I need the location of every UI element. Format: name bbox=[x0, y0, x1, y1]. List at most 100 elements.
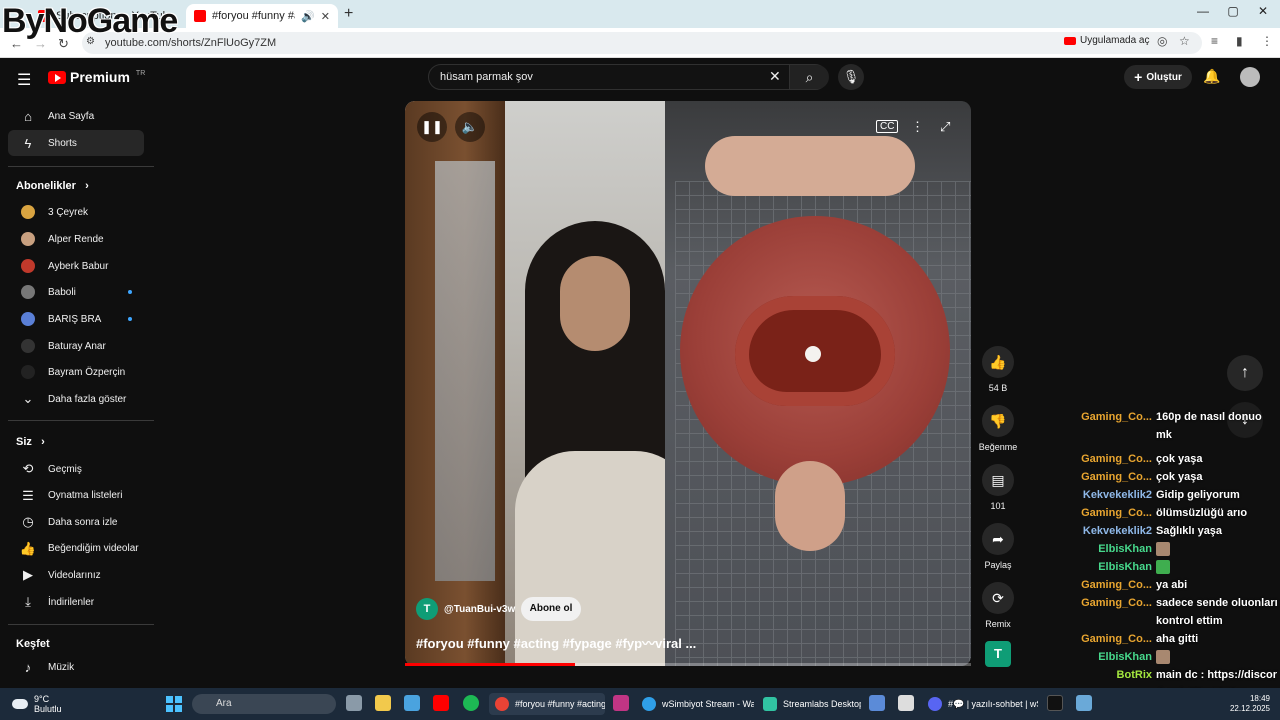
app-icon[interactable] bbox=[1076, 695, 1092, 711]
channel-avatar[interactable]: T bbox=[416, 598, 438, 620]
subscribe-button[interactable]: Abone ol bbox=[521, 597, 581, 621]
sidebar-item-music[interactable]: ♪ Müzik bbox=[8, 654, 144, 680]
clear-search-icon[interactable]: ✕ bbox=[769, 68, 781, 85]
thumbs-down-icon[interactable]: 👎 bbox=[982, 405, 1014, 437]
channel-avatar bbox=[21, 205, 35, 219]
music-icon: ♪ bbox=[24, 659, 32, 675]
share-action[interactable]: ➦ Paylaş bbox=[982, 523, 1014, 570]
sidebar-item-subscription[interactable]: Ayberk Babur bbox=[8, 253, 144, 279]
app-icon[interactable] bbox=[869, 695, 885, 711]
store-icon[interactable] bbox=[404, 695, 420, 711]
video-white-ball bbox=[805, 346, 821, 362]
chat-username: ElbisKhan bbox=[1098, 651, 1152, 663]
thumbs-up-icon[interactable]: 👍 bbox=[982, 346, 1014, 378]
close-window-button[interactable]: ✕ bbox=[1248, 4, 1278, 18]
taskbar-app-label: #foryou #funny #acting bbox=[515, 699, 605, 709]
youtube-logo[interactable]: Premium TR bbox=[48, 69, 145, 85]
maximize-button[interactable]: ▢ bbox=[1218, 4, 1248, 18]
taskbar-app-label: wSimbiyot Stream - Wa bbox=[662, 699, 754, 709]
hide-icon[interactable]: ◎ bbox=[1157, 34, 1167, 48]
new-tab-button[interactable]: + bbox=[344, 5, 353, 23]
browser-tab-active[interactable]: #foryou #funny #acting #fy 🔊 ✕ bbox=[186, 4, 338, 28]
sidebar-item-home[interactable]: ⌂ Ana Sayfa bbox=[8, 103, 144, 129]
dislike-action[interactable]: 👎 Beğenme bbox=[979, 405, 1017, 452]
show-more-label: Daha fazla göster bbox=[48, 393, 127, 405]
video-progress-bar[interactable] bbox=[405, 663, 971, 666]
extension-icon[interactable]: ▮ bbox=[1236, 34, 1243, 48]
show-more-button[interactable]: ⌄ Daha fazla göster bbox=[8, 386, 144, 412]
taskbar-app-discord[interactable]: #💬 | yazılı-sohbet | wS bbox=[922, 693, 1038, 715]
sidebar-item-history[interactable]: ⟲ Geçmiş bbox=[8, 456, 144, 482]
weather-widget[interactable]: 9°C Bulutlu bbox=[12, 694, 62, 714]
taskbar-app-edge[interactable]: wSimbiyot Stream - Wa bbox=[636, 693, 754, 715]
sound-source-avatar[interactable]: T bbox=[985, 641, 1011, 667]
shorts-video-player[interactable] bbox=[405, 101, 971, 666]
sidebar-item-subscription[interactable]: Alper Rende bbox=[8, 226, 144, 252]
bookmark-star-icon[interactable]: ☆ bbox=[1179, 34, 1190, 48]
open-in-app-button[interactable]: Uygulamada aç bbox=[1064, 35, 1149, 46]
remix-icon[interactable]: ⟳ bbox=[982, 582, 1014, 614]
downloads-icon: ⤓ bbox=[25, 594, 31, 609]
windows-start-icon[interactable] bbox=[166, 696, 182, 712]
remix-action[interactable]: ⟳ Remix bbox=[982, 582, 1014, 629]
taskbar-app-chrome[interactable]: #foryou #funny #acting bbox=[489, 693, 605, 715]
new-content-dot bbox=[128, 290, 132, 294]
sidebar-item-your-videos[interactable]: ▶ Videolarınız bbox=[8, 562, 144, 588]
channel-avatar bbox=[21, 285, 35, 299]
app-icon[interactable] bbox=[898, 695, 914, 711]
task-view-icon[interactable] bbox=[346, 695, 362, 711]
sidebar-item-watch-later[interactable]: ◷ Daha sonra izle bbox=[8, 509, 144, 535]
hamburger-menu-icon[interactable]: ☰ bbox=[17, 70, 31, 90]
subscriptions-heading[interactable]: Abonelikler › bbox=[16, 180, 89, 192]
you-heading[interactable]: Siz › bbox=[16, 436, 45, 448]
notifications-bell-icon[interactable]: 🔔 bbox=[1203, 68, 1220, 85]
menu-dots-icon[interactable]: ⋮ bbox=[1261, 34, 1273, 48]
sidebar-item-downloads[interactable]: ⤓ İndirilenler bbox=[8, 589, 144, 615]
like-action[interactable]: 👍 54 B bbox=[982, 346, 1014, 393]
search-icon[interactable]: ⌕ bbox=[789, 65, 829, 89]
share-icon[interactable]: ➦ bbox=[982, 523, 1014, 555]
fullscreen-icon[interactable]: ⤢ bbox=[940, 119, 950, 135]
search-input[interactable]: hüsam parmak şov bbox=[440, 71, 533, 83]
volume-icon[interactable]: 🔈 bbox=[455, 112, 485, 142]
more-options-icon[interactable]: ⋮ bbox=[911, 119, 924, 135]
file-explorer-icon[interactable] bbox=[375, 695, 391, 711]
sidebar-item-liked[interactable]: 👍 Beğendiğim videolar bbox=[8, 536, 144, 562]
sidebar-item-subscription[interactable]: Baturay Anar bbox=[8, 333, 144, 359]
taskbar-app-streamlabs[interactable]: Streamlabs Desktop bbox=[757, 693, 861, 715]
tiktok-icon[interactable] bbox=[1047, 695, 1063, 711]
pause-icon[interactable]: ❚❚ bbox=[417, 112, 447, 142]
captions-icon[interactable]: CC bbox=[876, 120, 899, 133]
comments-action[interactable]: ▤ 101 bbox=[982, 464, 1014, 511]
taskbar-clock[interactable]: 18:49 22.12.2025 bbox=[1226, 694, 1270, 714]
comment-icon[interactable]: ▤ bbox=[982, 464, 1014, 496]
speaker-icon[interactable]: 🔊 bbox=[301, 10, 315, 23]
channel-info[interactable]: T @TuanBui-v3w bbox=[416, 598, 515, 620]
video-hand bbox=[705, 136, 915, 196]
sidebar-item-label: BARIŞ BRA bbox=[48, 313, 102, 325]
youtube-app-icon[interactable] bbox=[433, 695, 449, 711]
chat-username: ElbisKhan bbox=[1098, 561, 1152, 573]
taskbar-search-box[interactable]: Ara bbox=[192, 694, 336, 714]
spotify-icon[interactable] bbox=[463, 695, 479, 711]
reading-list-icon[interactable]: ≡ bbox=[1211, 34, 1218, 48]
sidebar-item-subscription[interactable]: Baboli bbox=[8, 279, 144, 305]
create-button[interactable]: + Oluştur bbox=[1124, 65, 1192, 89]
chat-username: Gaming_Co... bbox=[1081, 507, 1152, 519]
sidebar-item-subscription[interactable]: BARIŞ BRA bbox=[8, 306, 144, 332]
sidebar-item-label: Oynatma listeleri bbox=[48, 490, 123, 502]
sidebar-item-subscription[interactable]: 3 Çeyrek bbox=[8, 199, 144, 225]
microphone-icon[interactable]: 🎙 bbox=[838, 64, 864, 90]
channel-name[interactable]: @TuanBui-v3w bbox=[444, 604, 515, 615]
close-tab-icon[interactable]: ✕ bbox=[321, 10, 330, 23]
search-box[interactable]: hüsam parmak şov ✕ ⌕ bbox=[428, 64, 829, 90]
sidebar-item-shorts[interactable]: ϟ Shorts bbox=[8, 130, 144, 156]
previous-short-button[interactable]: ↑ bbox=[1227, 355, 1263, 391]
clock-time: 18:49 bbox=[1249, 694, 1270, 703]
minimize-button[interactable]: — bbox=[1188, 4, 1218, 18]
sidebar-item-subscription[interactable]: Bayram Özperçin bbox=[8, 359, 144, 385]
short-title[interactable]: #foryou #funny #acting #fypage #fyp〰vira… bbox=[416, 633, 696, 652]
account-avatar[interactable] bbox=[1240, 67, 1260, 87]
instagram-icon[interactable] bbox=[613, 695, 629, 711]
sidebar-item-playlists[interactable]: ☰ Oynatma listeleri bbox=[8, 483, 144, 509]
